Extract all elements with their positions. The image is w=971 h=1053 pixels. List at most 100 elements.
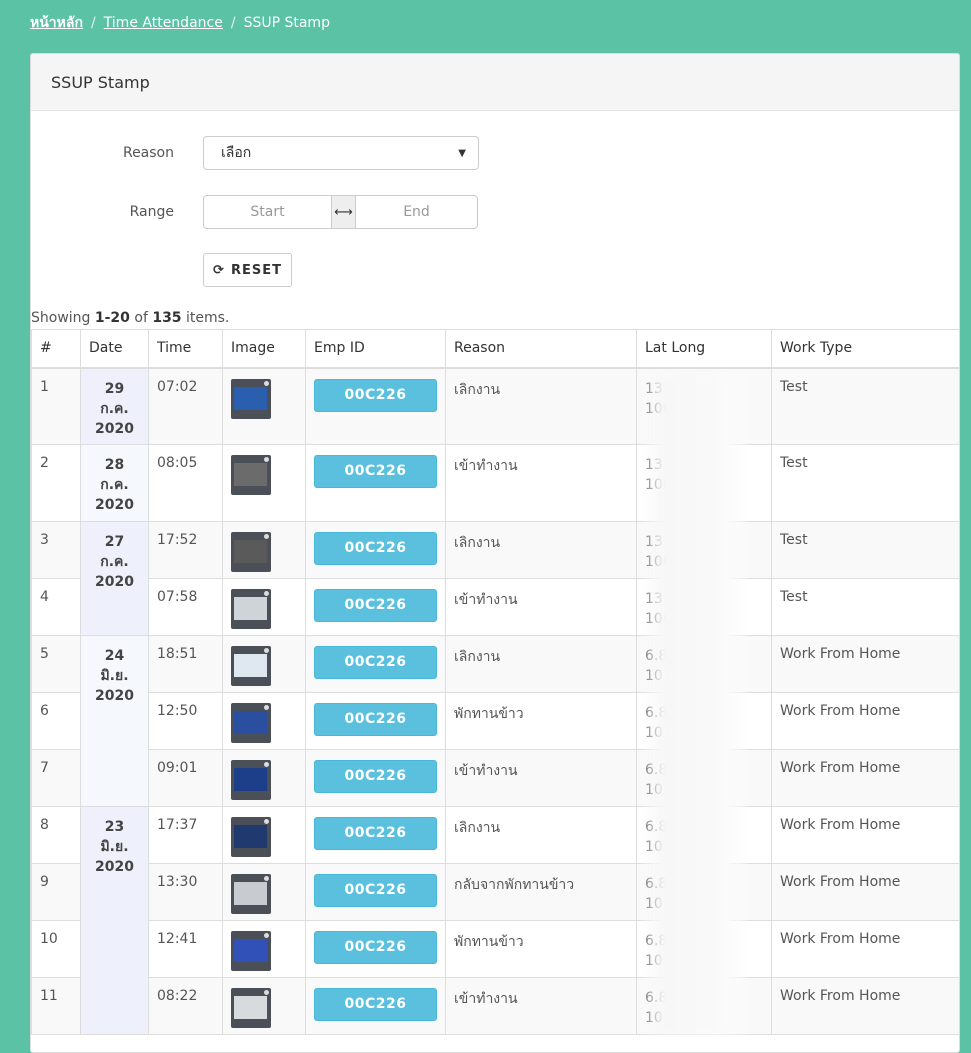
double-arrow-icon: ⟷: [331, 196, 356, 228]
redaction-blur: [643, 375, 747, 1035]
table-row: 612:5000C226พักทานข้าว6.81101.Work From …: [31, 692, 959, 750]
stamp-photo-thumbnail[interactable]: [231, 589, 271, 629]
stamp-photo-thumbnail[interactable]: [231, 703, 271, 743]
emp-id-button[interactable]: 00C226: [314, 646, 437, 679]
col-header-number[interactable]: #: [31, 329, 81, 369]
emp-id-button[interactable]: 00C226: [314, 455, 437, 488]
stamp-photo-thumbnail[interactable]: [231, 817, 271, 857]
table-row: 1108:2200C226เข้าทำงาน6.81101.Work From …: [31, 977, 959, 1035]
stamp-photo-thumbnail[interactable]: [231, 646, 271, 686]
breadcrumb-time-attendance-link[interactable]: Time Attendance: [104, 15, 223, 31]
emp-id-cell: 00C226: [305, 444, 446, 522]
table-header-row: # Date Time Image Emp ID Reason Lat Long…: [31, 329, 959, 369]
range-input-group: Start ⟷ End: [203, 195, 478, 229]
table-row: 913:3000C226กลับจากพักทานข้าว6.81101.Wor…: [31, 863, 959, 921]
refresh-icon: ⟳: [213, 262, 225, 278]
stamp-photo-thumbnail[interactable]: [231, 874, 271, 914]
reason-label: Reason: [122, 145, 174, 161]
work-type-cell: Work From Home: [771, 692, 959, 750]
breadcrumb-separator: /: [90, 15, 96, 31]
col-header-lat-long: Lat Long: [636, 329, 772, 369]
stamp-photo-thumbnail[interactable]: [231, 931, 271, 971]
date-cell: 24 มิ.ย. 2020: [80, 635, 149, 807]
table-row: 1 29 ก.ค. 202007:0200C226เลิกงาน13.7100.…: [31, 367, 959, 445]
row-number: 6: [31, 692, 81, 750]
row-number: 9: [31, 863, 81, 921]
stamp-table: # Date Time Image Emp ID Reason Lat Long…: [31, 329, 959, 1035]
emp-id-cell: 00C226: [305, 863, 446, 921]
image-cell: [222, 444, 306, 522]
time-cell: 13:30: [148, 863, 223, 921]
breadcrumb-separator: /: [230, 15, 236, 31]
reset-button[interactable]: ⟳ RESET: [203, 253, 292, 287]
col-header-time[interactable]: Time: [148, 329, 223, 369]
emp-id-cell: 00C226: [305, 521, 446, 579]
image-cell: [222, 692, 306, 750]
work-type-cell: Test: [771, 521, 959, 579]
col-header-date[interactable]: Date: [80, 329, 149, 369]
emp-id-button[interactable]: 00C226: [314, 532, 437, 565]
work-type-cell: Work From Home: [771, 977, 959, 1035]
emp-id-button[interactable]: 00C226: [314, 931, 437, 964]
emp-id-button[interactable]: 00C226: [314, 817, 437, 850]
image-cell: [222, 749, 306, 807]
work-type-cell: Test: [771, 578, 959, 636]
reason-cell: กลับจากพักทานข้าว: [445, 863, 637, 921]
row-number: 8: [31, 806, 81, 864]
image-cell: [222, 578, 306, 636]
range-end-input[interactable]: End: [356, 196, 477, 228]
emp-id-button[interactable]: 00C226: [314, 988, 437, 1021]
date-cell: 23 มิ.ย. 2020: [80, 806, 149, 1035]
reason-cell: เลิกงาน: [445, 521, 637, 579]
col-header-work-type[interactable]: Work Type: [771, 329, 959, 369]
reason-cell: เข้าทำงาน: [445, 977, 637, 1035]
stamp-photo-thumbnail[interactable]: [231, 532, 271, 572]
date-cell: 29 ก.ค. 2020: [80, 367, 149, 445]
stamp-photo-thumbnail[interactable]: [231, 988, 271, 1028]
emp-id-cell: 00C226: [305, 367, 446, 445]
col-header-reason[interactable]: Reason: [445, 329, 637, 369]
emp-id-button[interactable]: 00C226: [314, 589, 437, 622]
work-type-cell: Test: [771, 367, 959, 445]
col-header-emp-id[interactable]: Emp ID: [305, 329, 446, 369]
row-number: 2: [31, 444, 81, 522]
work-type-cell: Work From Home: [771, 749, 959, 807]
image-cell: [222, 977, 306, 1035]
row-number: 3: [31, 521, 81, 579]
date-cell: 28 ก.ค. 2020: [80, 444, 149, 522]
reason-cell: เข้าทำงาน: [445, 444, 637, 522]
table-row: 407:5800C226เข้าทำงาน13.7100.Test: [31, 578, 959, 636]
work-type-cell: Test: [771, 444, 959, 522]
range-start-input[interactable]: Start: [204, 196, 331, 228]
emp-id-cell: 00C226: [305, 635, 446, 693]
reason-cell: เลิกงาน: [445, 806, 637, 864]
date-cell: 27 ก.ค. 2020: [80, 521, 149, 636]
time-cell: 08:22: [148, 977, 223, 1035]
reason-cell: เข้าทำงาน: [445, 578, 637, 636]
emp-id-button[interactable]: 00C226: [314, 378, 437, 412]
reason-select[interactable]: เลือก ▼: [203, 136, 479, 170]
stamp-photo-thumbnail[interactable]: [231, 455, 271, 495]
emp-id-button[interactable]: 00C226: [314, 760, 437, 793]
image-cell: [222, 635, 306, 693]
breadcrumb: หน้าหลัก / Time Attendance / SSUP Stamp: [30, 12, 330, 34]
reason-cell: พักทานข้าว: [445, 692, 637, 750]
emp-id-cell: 00C226: [305, 806, 446, 864]
stamp-photo-thumbnail[interactable]: [231, 378, 271, 419]
time-cell: 18:51: [148, 635, 223, 693]
table-row: 8 23 มิ.ย. 202017:3700C226เลิกงาน6.81101…: [31, 806, 959, 1035]
row-number: 5: [31, 635, 81, 693]
stamp-photo-thumbnail[interactable]: [231, 760, 271, 800]
table-row: 1012:4100C226พักทานข้าว6.81101.Work From…: [31, 920, 959, 978]
reason-select-value: เลือก: [221, 145, 252, 161]
image-cell: [222, 521, 306, 579]
time-cell: 12:50: [148, 692, 223, 750]
time-cell: 17:52: [148, 521, 223, 579]
breadcrumb-home-link[interactable]: หน้าหลัก: [30, 12, 83, 34]
reset-button-label: RESET: [230, 262, 282, 278]
image-cell: [222, 806, 306, 864]
emp-id-cell: 00C226: [305, 920, 446, 978]
work-type-cell: Work From Home: [771, 806, 959, 864]
emp-id-button[interactable]: 00C226: [314, 703, 437, 736]
emp-id-button[interactable]: 00C226: [314, 874, 437, 907]
